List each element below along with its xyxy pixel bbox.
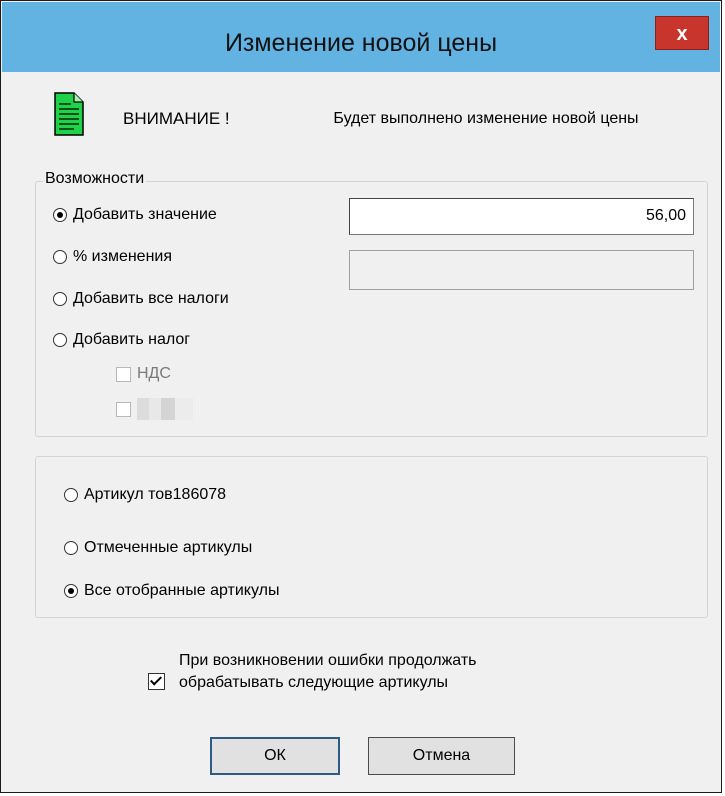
radio-label: % изменения [73, 248, 173, 265]
radio-add-value[interactable]: Добавить значение [53, 206, 217, 224]
warning-label: ВНИМАНИЕ ! [123, 109, 230, 128]
options-legend: Возможности [43, 170, 147, 188]
percent-input[interactable] [349, 250, 694, 290]
continue-on-error-line1: При возникновении ошибки продолжать [179, 652, 477, 669]
checkbox-other-tax[interactable] [116, 398, 193, 420]
radio-all-selected-articles[interactable]: Все отобранные артикулы [64, 582, 279, 600]
radio-add-all-taxes[interactable]: Добавить все налоги [53, 290, 229, 308]
dialog-window: Изменение новой цены x ВНИМАНИЕ ! Будет … [0, 0, 722, 793]
vat-checkbox[interactable] [116, 366, 131, 382]
radio-button[interactable] [53, 250, 67, 264]
radio-button[interactable] [53, 333, 67, 347]
vat-label: НДС [137, 365, 171, 382]
radio-label: Все отобранные артикулы [84, 582, 280, 599]
other-tax-checkbox[interactable] [116, 401, 131, 417]
radio-button[interactable] [64, 488, 78, 502]
radio-label: Добавить налог [73, 331, 191, 348]
cancel-button[interactable]: Отмена [368, 737, 515, 775]
radio-label: Артикул тов186078 [84, 486, 227, 503]
continue-on-error-line2: обрабатывать следующие артикулы [179, 674, 449, 691]
radio-percent-change[interactable]: % изменения [53, 248, 172, 266]
radio-add-tax[interactable]: Добавить налог [53, 331, 190, 349]
radio-current-article[interactable]: Артикул тов186078 [64, 486, 226, 504]
value-input[interactable]: 56,00 [349, 198, 694, 235]
radio-label: Отмеченные артикулы [84, 539, 253, 556]
radio-label: Добавить значение [73, 206, 217, 223]
close-button[interactable]: x [655, 16, 709, 50]
radio-button[interactable] [53, 292, 67, 306]
radio-label: Добавить все налоги [73, 290, 229, 307]
warning-text: Будет выполнено изменение новой цены [333, 110, 639, 127]
radio-button[interactable] [64, 541, 78, 555]
continue-on-error-checkbox[interactable] [148, 673, 165, 690]
dialog-body: ВНИМАНИЕ ! Будет выполнено изменение нов… [26, 72, 713, 787]
ok-button[interactable]: ОК [210, 737, 340, 775]
redacted-label [137, 398, 193, 420]
radio-marked-articles[interactable]: Отмеченные артикулы [64, 539, 252, 557]
radio-button[interactable] [64, 584, 78, 598]
radio-button[interactable] [53, 208, 67, 222]
checkbox-vat[interactable]: НДС [116, 365, 171, 383]
notepad-icon [54, 92, 84, 136]
title-bar[interactable]: Изменение новой цены x [2, 2, 720, 72]
